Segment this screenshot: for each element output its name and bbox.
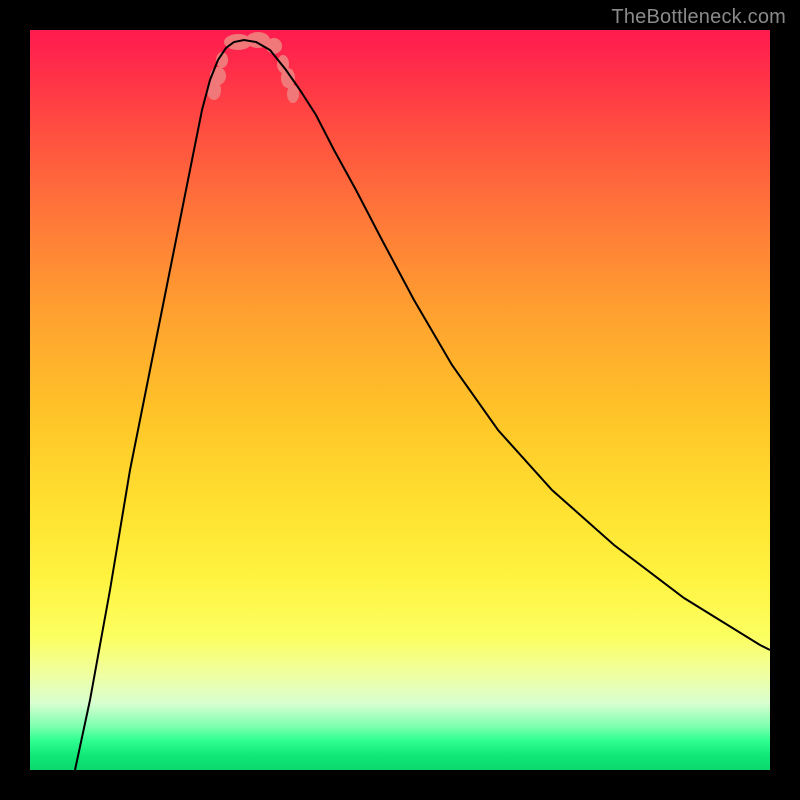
watermark-text: TheBottleneck.com (611, 6, 786, 29)
plot-area (30, 30, 770, 770)
chart-frame: TheBottleneck.com (0, 0, 800, 800)
curve-layer (75, 40, 770, 770)
data-marker (281, 68, 295, 88)
data-marker (266, 38, 282, 54)
chart-svg (30, 30, 770, 770)
bottleneck-curve (75, 40, 770, 770)
